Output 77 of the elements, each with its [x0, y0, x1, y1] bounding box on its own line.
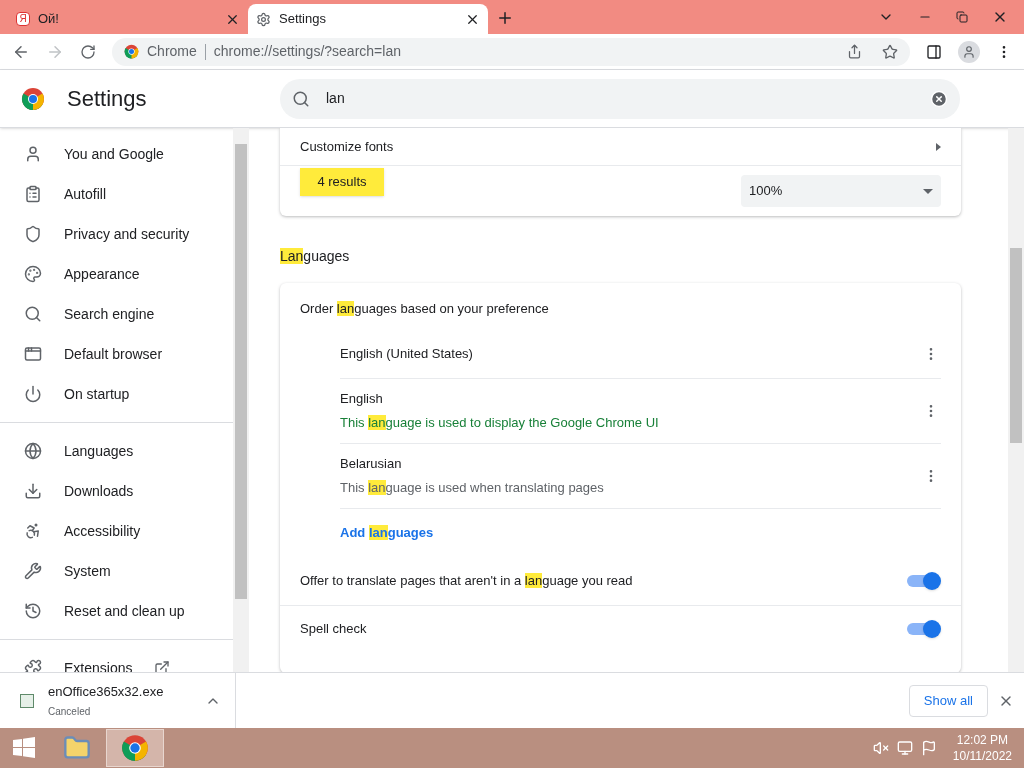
show-all-button[interactable]: Show all: [908, 684, 988, 717]
windows-start-icon[interactable]: [12, 736, 36, 760]
language-note: This language is used when translating pages: [340, 478, 604, 497]
side-panel-icon[interactable]: [926, 43, 942, 60]
sidebar-item[interactable]: On startup: [0, 374, 233, 414]
search-field[interactable]: lan: [280, 78, 960, 119]
profile-avatar[interactable]: [958, 40, 980, 63]
toggle-switch[interactable]: [907, 570, 941, 591]
sidebar-item[interactable]: Extensions: [0, 648, 233, 672]
reload-icon[interactable]: [80, 43, 96, 60]
sidebar-item[interactable]: System: [0, 551, 233, 591]
muted-speaker-icon[interactable]: [872, 740, 889, 756]
search-input[interactable]: lan: [326, 88, 914, 109]
tab-title: Ой!: [38, 10, 60, 29]
add-languages-link[interactable]: Add languages: [340, 522, 434, 543]
language-note: This language is used to display the Google Chrome UI: [340, 413, 659, 432]
sidebar-item[interactable]: Downloads: [0, 471, 233, 511]
clear-icon[interactable]: [930, 89, 948, 108]
language-name: Belarusian: [340, 455, 402, 473]
clipboard-icon: [24, 185, 42, 203]
power-icon: [24, 385, 42, 403]
browser-tab[interactable]: Я Ой!: [8, 4, 248, 34]
sidebar-item[interactable]: Default browser: [0, 334, 233, 374]
folder-icon: [63, 734, 91, 762]
flag-icon[interactable]: [920, 740, 937, 756]
zoom-dropdown[interactable]: 100%: [741, 175, 941, 207]
site-label: Chrome: [147, 42, 197, 61]
scrollbar[interactable]: [233, 128, 249, 672]
file-icon: [20, 693, 34, 708]
chrome-icon: [121, 734, 149, 762]
download-status: Canceled: [48, 705, 92, 720]
caret-icon[interactable]: [936, 142, 941, 151]
results-tooltip: 4 results: [300, 168, 384, 196]
star-icon[interactable]: [882, 43, 898, 60]
globe-icon: [24, 442, 42, 460]
page-title: Settings: [67, 85, 147, 113]
settings-icon: [256, 11, 271, 27]
download-icon: [24, 482, 42, 500]
shield-icon: [24, 225, 42, 243]
restore-icon[interactable]: [956, 11, 968, 23]
network-icon[interactable]: [896, 740, 913, 756]
file-name: enOffice365x32.exe: [48, 682, 165, 701]
browser-tab[interactable]: Settings: [248, 4, 488, 34]
toggle-switch[interactable]: [907, 619, 941, 639]
chrome-icon: [124, 44, 139, 59]
search-icon: [292, 89, 310, 108]
new-tab-icon[interactable]: [496, 9, 514, 27]
site-favicon: Я: [16, 12, 30, 26]
setting-label: Spell check: [300, 620, 368, 639]
sidebar-item[interactable]: Autofill: [0, 174, 233, 214]
address-bar[interactable]: Chrome chrome://settings/?search=lan: [112, 37, 910, 66]
sidebar-item[interactable]: Languages: [0, 431, 233, 471]
history-icon: [24, 602, 42, 620]
search-icon: [24, 305, 42, 323]
wrench-icon: [24, 562, 42, 580]
url-text: chrome://settings/?search=lan: [213, 42, 402, 61]
share-icon[interactable]: [847, 44, 862, 59]
puzzle-icon: [24, 659, 42, 672]
sidebar-item[interactable]: Privacy and security: [0, 214, 233, 254]
sidebar-item[interactable]: Appearance: [0, 254, 233, 294]
chrome-logo-icon: [21, 86, 45, 111]
language-name: English: [340, 390, 383, 408]
setting-label: Customize fonts: [300, 137, 395, 156]
tab-title: Settings: [279, 10, 327, 29]
accessibility-icon: [24, 522, 42, 540]
sidebar-item[interactable]: Search engine: [0, 294, 233, 334]
palette-icon: [24, 265, 42, 283]
person-icon: [24, 145, 42, 163]
sidebar-item[interactable]: Reset and clean up: [0, 591, 233, 631]
taskbar-app[interactable]: [106, 729, 164, 767]
section-heading: Languages: [280, 247, 350, 266]
dropdown-arrow-icon: [923, 188, 933, 194]
sidebar-item[interactable]: Accessibility: [0, 511, 233, 551]
scrollbar[interactable]: [1008, 128, 1024, 672]
language-name: English (United States): [340, 345, 473, 364]
window-icon: [24, 345, 42, 363]
sidebar-item[interactable]: You and Google: [0, 134, 233, 174]
